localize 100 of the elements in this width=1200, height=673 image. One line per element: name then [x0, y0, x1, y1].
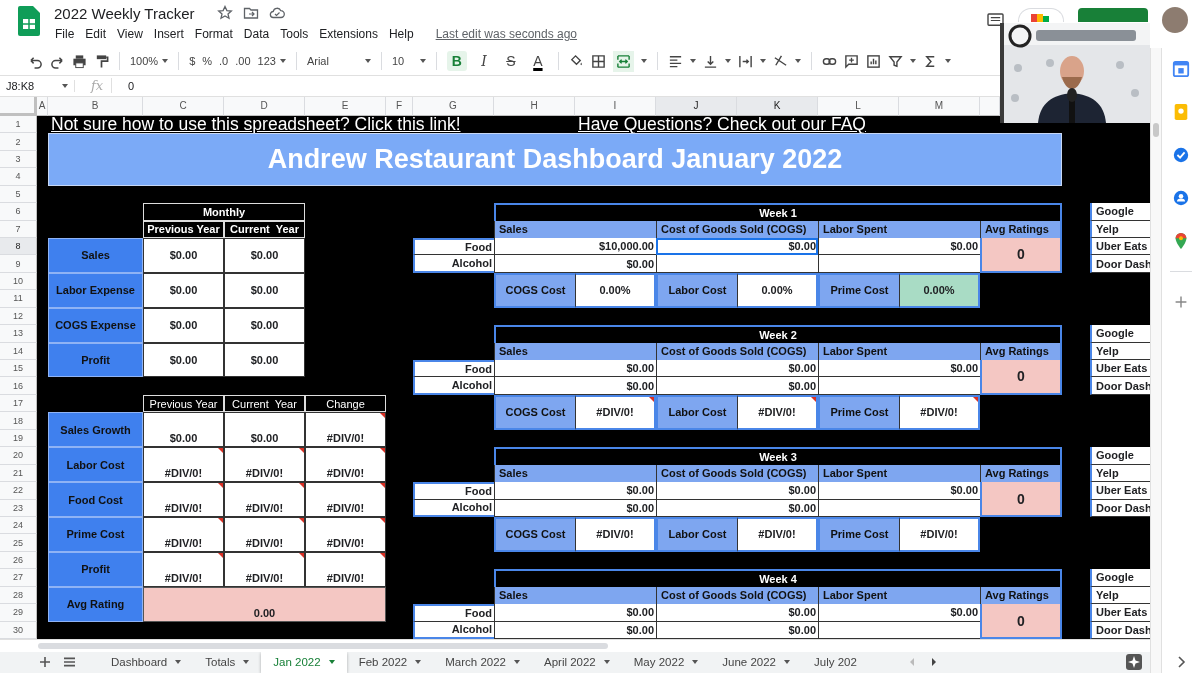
- row-header[interactable]: 18: [0, 412, 37, 430]
- row-header[interactable]: 4: [0, 168, 37, 186]
- caret-icon[interactable]: [944, 59, 951, 64]
- row-header[interactable]: 9: [0, 255, 37, 273]
- row-header[interactable]: 22: [0, 482, 37, 500]
- row-header[interactable]: 6: [0, 203, 37, 221]
- caret-icon[interactable]: [724, 59, 731, 64]
- caret-icon[interactable]: [759, 59, 766, 64]
- row-header[interactable]: 29: [0, 604, 37, 622]
- borders-icon[interactable]: [590, 53, 606, 69]
- sheets-logo-icon[interactable]: [18, 6, 40, 36]
- row-header[interactable]: 11: [0, 290, 37, 308]
- cost-value: 0.00%: [899, 272, 980, 308]
- menu-item[interactable]: Format: [194, 27, 233, 41]
- sheet-tab[interactable]: Dashboard: [99, 652, 194, 673]
- sheet-tab[interactable]: Jan 2022: [261, 652, 347, 673]
- table-cell: $0.00: [143, 307, 224, 343]
- caret-icon: [62, 83, 68, 88]
- faq-link[interactable]: Have Questions? Check out our FAQ: [575, 114, 866, 136]
- sheet-tab[interactable]: May 2022: [621, 652, 711, 673]
- row-header[interactable]: 25: [0, 534, 37, 552]
- table-cell: $0.00: [494, 482, 656, 500]
- menu-item[interactable]: View: [117, 27, 143, 41]
- sheet-list-icon[interactable]: [64, 657, 75, 668]
- menu-item[interactable]: Insert: [153, 27, 184, 41]
- menu-item[interactable]: File: [55, 27, 75, 41]
- calendar-icon[interactable]: [1171, 60, 1190, 78]
- document-title[interactable]: 2022 Weekly Tracker: [54, 4, 195, 22]
- menu-item[interactable]: Extensions: [319, 27, 378, 41]
- vertical-align-icon[interactable]: [702, 53, 718, 69]
- week-heading: Week 1: [494, 203, 1062, 221]
- week-heading: Week 4: [494, 569, 1062, 587]
- name-box[interactable]: J8:K8: [0, 79, 75, 92]
- folder-icon[interactable]: [242, 5, 259, 21]
- cloud-icon[interactable]: [268, 5, 285, 21]
- chart-icon[interactable]: [865, 53, 881, 69]
- row-header[interactable]: 13: [0, 325, 37, 343]
- format-button[interactable]: $: [189, 55, 196, 68]
- sheet-tab[interactable]: June 2022: [710, 652, 802, 673]
- formula-field[interactable]: 0: [122, 79, 908, 92]
- contacts-icon[interactable]: [1171, 189, 1190, 207]
- sheet-tab[interactable]: July 202: [802, 652, 869, 673]
- row-header[interactable]: 15: [0, 360, 37, 378]
- scroll-right-icon[interactable]: [930, 657, 938, 668]
- font-size-dropdown[interactable]: 10: [391, 55, 426, 68]
- scrollbar-thumb[interactable]: [1153, 123, 1159, 137]
- sheet-tab[interactable]: March 2022: [433, 652, 532, 673]
- text-color-button[interactable]: A: [527, 51, 548, 72]
- strikethrough-button[interactable]: S: [500, 51, 521, 72]
- format-button[interactable]: 123: [257, 55, 286, 68]
- comment-icon[interactable]: [843, 53, 859, 69]
- chevron-icon[interactable]: [1175, 655, 1186, 669]
- last-edit-link[interactable]: Last edit was seconds ago: [435, 27, 578, 41]
- bold-button[interactable]: B: [446, 51, 467, 72]
- row-header[interactable]: 27: [0, 569, 37, 587]
- menu-item[interactable]: Tools: [280, 27, 309, 41]
- week-heading: Week 2: [494, 325, 1062, 343]
- sheet-tab[interactable]: April 2022: [532, 652, 622, 673]
- merge-cells-icon[interactable]: [612, 50, 634, 72]
- comments-icon[interactable]: [987, 12, 1004, 28]
- menu-item[interactable]: Data: [243, 27, 270, 41]
- rating-source: Google: [1090, 325, 1150, 343]
- column-header[interactable]: A: [37, 96, 48, 116]
- cost-value: 0.00%: [737, 272, 818, 308]
- caret-icon[interactable]: [794, 59, 801, 64]
- print-icon[interactable]: [72, 53, 87, 69]
- caret-icon[interactable]: [909, 59, 916, 64]
- zoom-dropdown[interactable]: 100%: [130, 55, 169, 68]
- filter-icon[interactable]: [887, 53, 903, 69]
- row-header[interactable]: 20: [0, 447, 37, 465]
- font-dropdown[interactable]: Arial: [306, 55, 371, 68]
- sheet-tab[interactable]: Totals: [193, 652, 262, 673]
- menu-item[interactable]: Help: [388, 27, 414, 41]
- format-button[interactable]: .00: [235, 55, 251, 68]
- text-wrap-icon[interactable]: [737, 53, 753, 69]
- add-sheet-icon[interactable]: [40, 657, 50, 668]
- sheet-tab[interactable]: Feb 2022: [346, 652, 434, 673]
- caret-icon[interactable]: [640, 59, 647, 64]
- tasks-icon[interactable]: [1171, 146, 1190, 164]
- text-rotation-icon[interactable]: [772, 53, 788, 69]
- explore-button[interactable]: [1126, 654, 1142, 671]
- meet-button[interactable]: [1018, 8, 1064, 22]
- star-icon[interactable]: [216, 5, 233, 21]
- paint-format-icon[interactable]: [94, 53, 109, 69]
- table-cell: $0.00: [818, 482, 980, 500]
- format-button[interactable]: %: [202, 55, 213, 68]
- table-cell: $0.00: [143, 412, 224, 448]
- align-icon[interactable]: [667, 53, 683, 69]
- row-label: Prime Cost: [48, 516, 143, 552]
- scrollbar-thumb[interactable]: [38, 643, 608, 649]
- caret-icon: [514, 660, 520, 665]
- italic-button[interactable]: I: [473, 51, 494, 72]
- format-button[interactable]: .0: [219, 55, 229, 68]
- row-header[interactable]: 2: [0, 133, 37, 151]
- menu-item[interactable]: Edit: [85, 27, 107, 41]
- caret-icon[interactable]: [689, 59, 696, 64]
- avatar[interactable]: [1162, 7, 1188, 33]
- help-link[interactable]: Not sure how to use this spreadsheet? Click this link!: [48, 114, 461, 136]
- table-cell: $0.00: [818, 604, 980, 622]
- row-header[interactable]: 16: [0, 377, 37, 395]
